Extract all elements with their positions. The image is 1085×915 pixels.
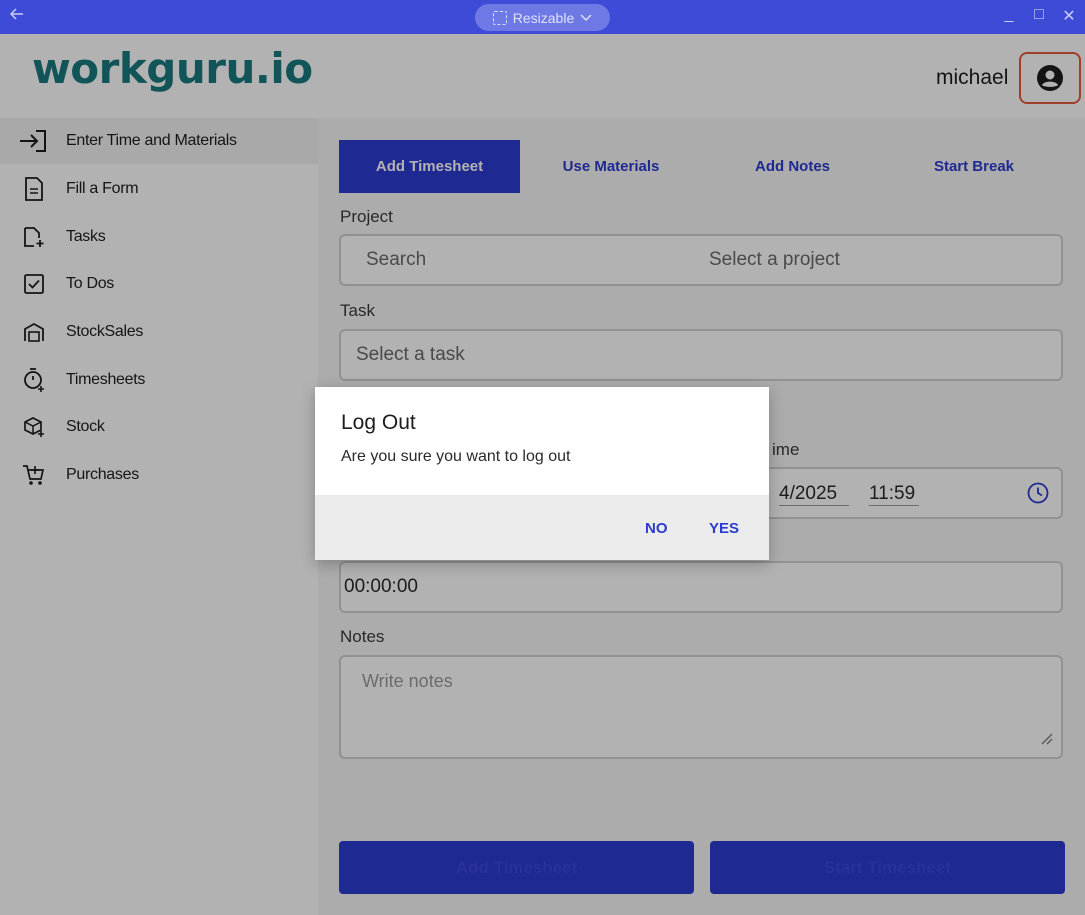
window-titlebar: Resizable _ □ ✕ [0,0,1085,34]
maximize-icon[interactable]: □ [1031,6,1047,26]
no-button[interactable]: NO [645,520,668,537]
minimize-icon[interactable]: _ [1001,6,1017,26]
resize-icon [492,10,507,25]
resizable-mode-button[interactable]: Resizable [475,4,610,31]
dialog-footer [315,495,769,560]
dialog-message: Are you sure you want to log out [341,448,571,465]
back-arrow-icon[interactable] [9,7,26,25]
yes-button[interactable]: YES [709,520,739,537]
resizable-label: Resizable [512,9,575,26]
chevron-down-icon [580,13,592,21]
logout-dialog: Log Out Are you sure you want to log out… [315,387,769,560]
close-icon[interactable]: ✕ [1061,6,1077,26]
dialog-title: Log Out [341,411,416,434]
